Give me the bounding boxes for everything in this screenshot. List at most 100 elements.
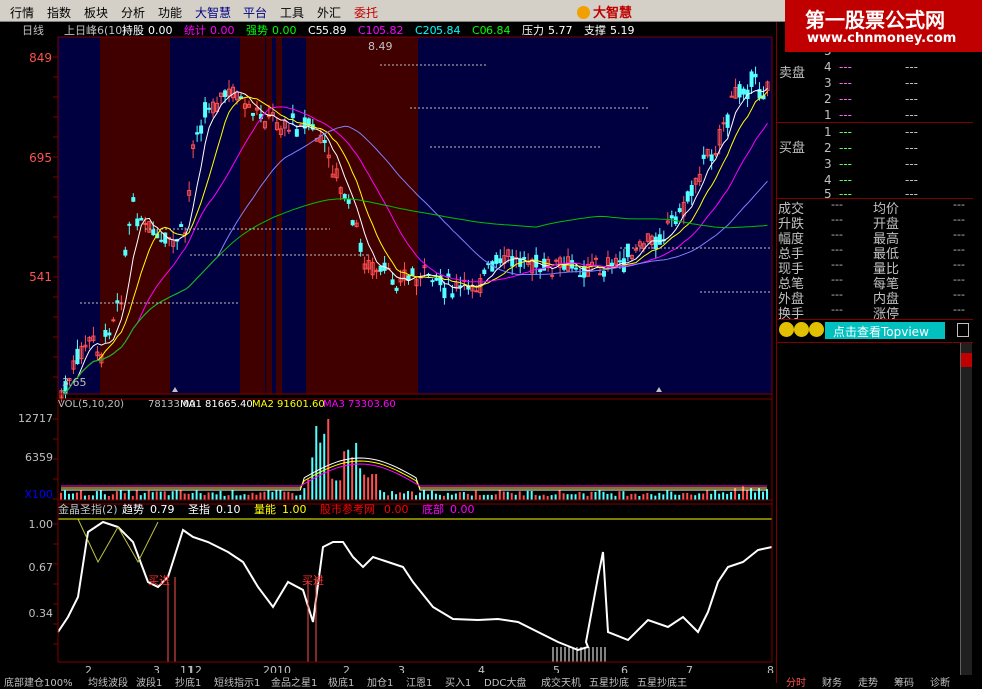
kline-chart-area[interactable]: 日线 上日峰6(10) 持股 0.00 统计 0.00 强势 0.00 C5 5.89 C10 5… <box>0 22 776 683</box>
stat-value: --- <box>831 273 843 286</box>
volume-bar <box>143 492 146 500</box>
stat-value: --- <box>831 213 843 226</box>
circle-icon[interactable] <box>794 322 809 337</box>
period-label[interactable]: 日线 <box>22 23 44 37</box>
menu-forex[interactable]: 外汇 <box>317 4 341 21</box>
formula-tab[interactable]: DDC大盘 <box>484 674 526 689</box>
quote-cell: --- <box>905 92 918 106</box>
volume-bar <box>442 495 445 500</box>
volume-bar <box>622 491 625 500</box>
quote-cell: --- <box>905 108 918 122</box>
volume-bar <box>115 491 118 500</box>
ind-tick-low: 0.34 <box>29 607 54 620</box>
volume-bar <box>558 490 561 500</box>
formula-tab[interactable]: 金品之星1 <box>271 674 317 689</box>
topview-button[interactable]: 点击查看Topview <box>825 322 945 339</box>
candle-body <box>753 73 758 78</box>
quote-cell: --- <box>839 76 852 90</box>
candle-body <box>554 259 559 262</box>
menu-quote[interactable]: 行情 <box>10 4 34 21</box>
formula-tab[interactable]: 抄底1 <box>175 674 201 689</box>
price-tick-low: 541 <box>29 270 52 284</box>
watermark-title: 第一股票公式网 <box>805 8 945 32</box>
right-tab[interactable]: 筹码 <box>894 674 914 689</box>
header-label: C10 <box>358 24 380 37</box>
circle-icon[interactable] <box>779 322 794 337</box>
volume-bar <box>207 492 210 500</box>
formula-tab[interactable]: 成交天机 <box>541 674 581 689</box>
volume-bar <box>195 490 198 500</box>
volume-bar <box>359 468 362 500</box>
vol-indicator-name[interactable]: VOL(5,10,20) <box>58 399 124 410</box>
volume-bar <box>682 493 685 500</box>
right-tab[interactable]: 分时 <box>786 674 806 689</box>
volume-bar <box>574 494 577 500</box>
menu-function[interactable]: 功能 <box>158 4 182 21</box>
right-tab[interactable]: 诊断 <box>930 674 950 689</box>
header-value: 5.89 <box>322 24 347 37</box>
menu-analysis[interactable]: 分析 <box>121 4 145 21</box>
candle-body <box>131 197 136 202</box>
right-tab[interactable]: 走势 <box>858 674 878 689</box>
formula-tab[interactable]: 五星抄底 <box>589 674 629 689</box>
menu-index[interactable]: 指数 <box>47 4 71 21</box>
formula-tab[interactable]: 极底1 <box>328 674 354 689</box>
formula-tab[interactable]: 短线指示1 <box>214 674 260 689</box>
formula-tab[interactable]: 均线波段 <box>88 674 128 689</box>
main-indicator-name[interactable]: 上日峰6(10) <box>64 24 127 37</box>
header-value: 0.00 <box>148 24 173 37</box>
volume-bar <box>267 490 270 500</box>
quote-cell: --- <box>839 157 852 171</box>
candle-body <box>75 348 80 365</box>
quote-cell: --- <box>839 173 852 187</box>
volume-bar <box>375 474 378 500</box>
close-icon[interactable] <box>957 323 969 337</box>
volume-bar <box>506 491 509 500</box>
candle-body <box>609 262 614 267</box>
candle-body <box>159 239 164 242</box>
volume-bar <box>339 480 342 500</box>
volume-bar <box>247 494 250 500</box>
volume-bar <box>546 495 549 500</box>
quote-cell: --- <box>905 125 918 139</box>
right-tab[interactable]: 财务 <box>822 674 842 689</box>
formula-tab[interactable]: 江恩1 <box>406 674 432 689</box>
candle-body <box>510 256 515 267</box>
formula-tab[interactable]: 加仓1 <box>367 674 393 689</box>
volume-bar <box>590 491 593 500</box>
candle-body <box>617 260 622 263</box>
ind-indicator-name[interactable]: 金晶圣指(2) <box>58 502 118 516</box>
stat-value: --- <box>953 303 965 316</box>
header-label: 持股 <box>122 23 144 37</box>
menu-tools[interactable]: 工具 <box>280 4 304 21</box>
formula-tab[interactable]: 五星抄底王 <box>637 674 687 689</box>
panel-scrollbar[interactable] <box>960 343 972 675</box>
volume-bar <box>183 493 186 500</box>
menu-dzh[interactable]: 大智慧 <box>195 4 231 21</box>
aux-line <box>77 518 159 564</box>
volume-bar <box>79 490 82 500</box>
volume-bar <box>474 490 477 500</box>
formula-tab[interactable]: 波段1 <box>136 674 162 689</box>
quote-cell: --- <box>905 173 918 187</box>
volume-bar <box>422 490 425 500</box>
volume-bar <box>331 478 334 500</box>
stat-value: --- <box>831 303 843 316</box>
scroll-thumb[interactable] <box>961 353 972 367</box>
volume-bar <box>111 494 114 500</box>
circle-icon[interactable] <box>809 322 824 337</box>
volume-bar <box>347 449 350 500</box>
volume-bar <box>155 491 158 500</box>
candle-body <box>593 257 598 260</box>
volume-bar <box>434 493 437 500</box>
menu-platform[interactable]: 平台 <box>243 4 267 21</box>
candle-body <box>709 154 714 161</box>
volume-bar <box>119 490 122 500</box>
menu-order[interactable]: 委托 <box>354 4 378 21</box>
red-zone <box>306 37 418 394</box>
stat-value: --- <box>953 198 965 211</box>
formula-tab[interactable]: 底部建仓100% <box>4 674 73 689</box>
menu-sector[interactable]: 板块 <box>84 4 108 21</box>
header-value: 5.19 <box>610 24 635 37</box>
formula-tab[interactable]: 买入1 <box>445 674 471 689</box>
